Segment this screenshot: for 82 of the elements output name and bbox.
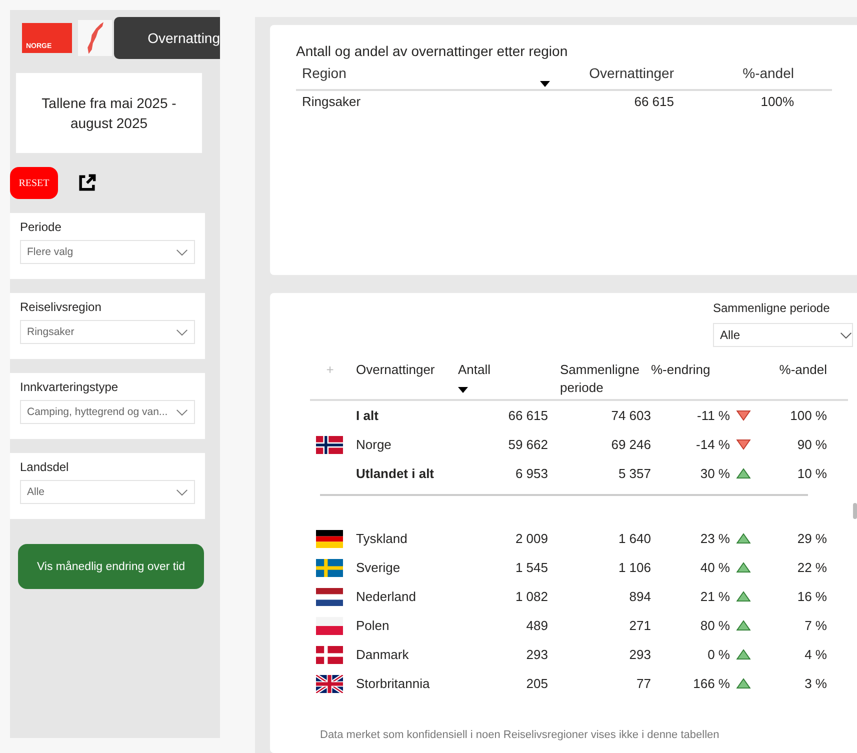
table-cell: 40 % (700, 560, 730, 575)
table-cell-text: 59 662 (507, 437, 548, 452)
table-cell-text: 66 615 (507, 408, 548, 423)
table-cell: 80 % (700, 618, 730, 633)
table-cell-text: 29 % (796, 531, 827, 546)
sort-icon[interactable] (458, 387, 468, 393)
table-cell: 30 % (700, 466, 730, 481)
table-cell-text: 22 % (796, 560, 827, 575)
country-name: Danmark (356, 647, 410, 662)
table-cell-text: 1 640 (617, 531, 651, 546)
column-header[interactable]: Region (302, 65, 540, 87)
table-cell-text: 1 106 (617, 560, 651, 575)
table-cell-text: 7 % (804, 618, 827, 633)
overnatting-tab[interactable]: Overnatting (114, 17, 220, 59)
filter-label: Landsdel (20, 460, 70, 474)
table-cell: -14 % (696, 437, 730, 452)
table-cell-text: 2 009 (514, 531, 548, 546)
country-name: Nederland (356, 589, 417, 604)
column-header[interactable]: %-andel (674, 65, 794, 87)
country-name: Polen (356, 618, 390, 633)
region-table-title: Antall og andel av overnattinger etter region (296, 43, 569, 59)
table-cell: -11 % (697, 408, 730, 423)
table-cell-text: 77 (636, 676, 651, 691)
table-cell-text: 205 (525, 676, 548, 691)
table-cell-text: 293 (525, 647, 548, 662)
filter-dropdown[interactable]: Flere valg (20, 240, 195, 264)
table-cell: 23 % (700, 531, 730, 546)
table-cell-text: 69 246 (610, 437, 651, 452)
external-link-icon[interactable] (76, 172, 98, 194)
filter-label: Reiselivsregion (20, 300, 102, 314)
country-name: I alt (356, 408, 380, 423)
table-cell-text: 4 % (804, 647, 827, 662)
column-header[interactable]: Sammenligne periode (548, 361, 651, 397)
table-cell: 0 % (708, 647, 730, 662)
table-cell: 21 % (700, 589, 730, 604)
reset-button[interactable]: RESET (10, 167, 58, 199)
table-cell-text: 10 % (796, 466, 827, 481)
filter-dropdown[interactable]: Ringsaker (20, 320, 195, 344)
compare-dropdown[interactable]: Alle (713, 323, 853, 347)
filter-label: Periode (20, 220, 62, 234)
chevron-down-icon[interactable] (176, 328, 188, 336)
table-cell-text: 3 % (804, 676, 827, 691)
table-cell-text: 1 545 (514, 560, 548, 575)
table-cell-text: 293 (628, 647, 651, 662)
table-cell-text: 74 603 (610, 408, 651, 423)
country-name: Utlandet i alt (356, 466, 436, 481)
scrollbar-thumb[interactable] (853, 503, 857, 519)
monthly-change-button[interactable]: Vis månedlig endring over tid (18, 544, 204, 589)
chevron-down-icon[interactable] (176, 248, 188, 256)
table-cell-text: 66 615 (633, 94, 674, 109)
table-cell-text: 6 953 (514, 466, 548, 481)
filter-label: Innkvarteringstype (20, 380, 120, 394)
column-header[interactable]: Antall (458, 361, 548, 379)
country-name: Tyskland (356, 531, 408, 546)
sort-icon[interactable] (540, 81, 550, 87)
table-cell-text: 271 (628, 618, 651, 633)
table-cell-text: 5 357 (617, 466, 651, 481)
country-name: Norge (356, 437, 392, 452)
column-header[interactable]: Overnattinger (356, 361, 458, 379)
table-cell-text: 894 (628, 589, 651, 604)
table-cell-text: 100% (760, 94, 794, 109)
column-header[interactable]: Overnattinger (564, 65, 674, 87)
table-cell: 166 % (693, 676, 730, 691)
compare-label: Sammenligne periode (713, 301, 830, 315)
chevron-down-icon[interactable] (176, 488, 188, 496)
table-cell-text: 100 % (789, 408, 827, 423)
table-cell-text: 489 (525, 618, 548, 633)
country-name: Sverige (356, 560, 402, 575)
table-cell-text: 1 082 (514, 589, 548, 604)
column-header[interactable]: %-andel (757, 361, 827, 379)
table-cell-text: 16 % (796, 589, 827, 604)
table-cell-text: 90 % (796, 437, 827, 452)
column-header[interactable]: %-endring (651, 361, 757, 379)
chevron-down-icon[interactable] (840, 332, 852, 338)
country-name: Storbritannia (356, 676, 431, 691)
footnote: Data merket som konfidensiell i noen Reiselivsregioner vises ikke i denne tabellen (320, 729, 720, 741)
map-icon (78, 20, 112, 56)
chevron-down-icon[interactable] (176, 408, 188, 416)
filter-dropdown[interactable]: Camping, hyttegrend og van... (20, 400, 195, 424)
period-note: Tallene fra mai 2025 - august 2025 (16, 73, 202, 153)
filter-dropdown[interactable]: Alle (20, 480, 195, 504)
table-cell-text: Ringsaker (302, 94, 362, 109)
